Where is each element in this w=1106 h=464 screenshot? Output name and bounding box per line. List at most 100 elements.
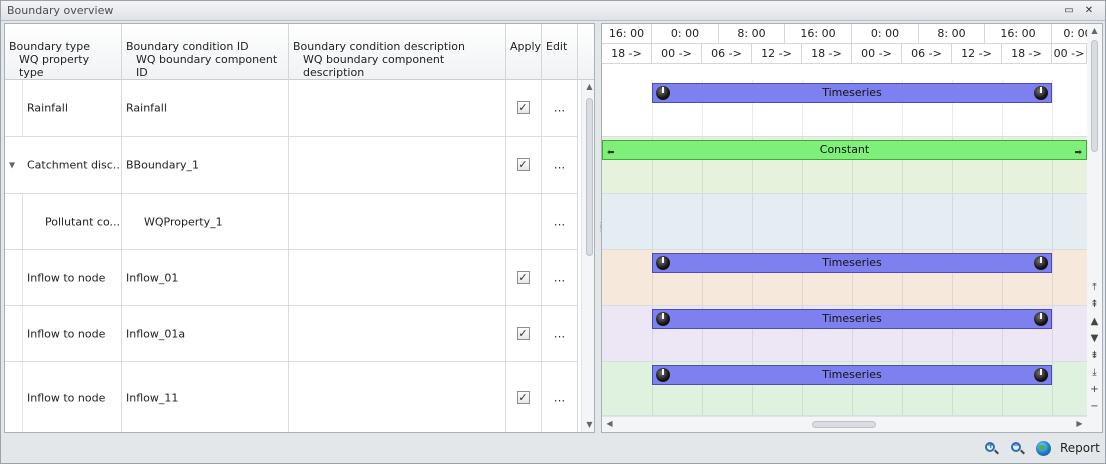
title-bar: Boundary overview ▭ ✕	[1, 1, 1105, 21]
end-handle-icon[interactable]	[1034, 368, 1048, 382]
edit-button[interactable]: ...	[542, 390, 577, 404]
report-button[interactable]: Report	[1060, 441, 1100, 455]
column-header-edit[interactable]: Edit	[542, 24, 578, 80]
scroll-left-arrow-icon[interactable]: ◀	[602, 419, 617, 428]
scrollbar-thumb[interactable]	[1091, 40, 1098, 152]
edit-button[interactable]: ...	[542, 214, 577, 228]
header-line2: WQ boundary component description	[303, 53, 445, 79]
column-header-boundary-type[interactable]: Boundary type WQ property type	[5, 24, 122, 80]
boundary-type-cell[interactable]: Inflow to node	[5, 362, 122, 432]
timeline-row: Timeseries	[602, 306, 1087, 362]
expand-arrow-icon[interactable]: ▼	[9, 161, 15, 170]
apply-checkbox[interactable]: ✓	[516, 326, 530, 340]
end-handle-icon[interactable]	[1034, 86, 1048, 100]
scroll-up-icon[interactable]: ▲	[1087, 316, 1102, 328]
start-handle-icon[interactable]	[656, 312, 670, 326]
condition-id-cell[interactable]: Inflow_01a	[122, 306, 289, 361]
table-row[interactable]: Inflow to node Inflow_11 ✓...	[5, 362, 578, 432]
boundary-type-text: Inflow to node	[27, 327, 106, 340]
scroll-down-arrow-icon[interactable]: ▼	[582, 420, 594, 429]
time-tick-label: 16: 00	[985, 24, 1052, 44]
boundary-type-cell[interactable]: Inflow to node	[5, 306, 122, 361]
condition-id-cell[interactable]: Inflow_11	[122, 362, 289, 432]
edit-button[interactable]: ...	[542, 270, 577, 284]
start-handle-icon[interactable]	[656, 86, 670, 100]
scroll-up-arrow-icon[interactable]: ▲	[582, 82, 594, 91]
tree-indent	[5, 362, 23, 432]
timeseries-bar[interactable]: Timeseries	[652, 253, 1052, 273]
column-header-condition-id[interactable]: Boundary condition ID WQ boundary compon…	[122, 24, 289, 80]
condition-id-cell[interactable]: Inflow_01	[122, 250, 289, 305]
hour-tick-label: 18 ->	[602, 44, 652, 64]
timeline-horizontal-scrollbar[interactable]: ◀ ▶	[602, 416, 1087, 432]
boundary-type-cell[interactable]: ▼ Catchment disc...	[5, 137, 122, 193]
timeseries-bar[interactable]: Timeseries	[652, 83, 1052, 103]
column-header-apply[interactable]: Apply	[506, 24, 542, 80]
condition-id-cell[interactable]: Rainfall	[122, 80, 289, 136]
boundary-type-cell[interactable]: Pollutant co...	[5, 194, 122, 249]
grid-line	[1052, 194, 1053, 249]
add-row-icon[interactable]: +	[1087, 384, 1102, 396]
scroll-down-icon[interactable]: ▼	[1087, 333, 1102, 345]
bar-label: Timeseries	[822, 312, 882, 325]
page-down-icon[interactable]: ⇟	[1087, 350, 1102, 362]
extend-right-arrow-icon[interactable]: ➡	[1074, 144, 1082, 162]
restore-icon[interactable]: ▭	[1063, 5, 1075, 17]
time-tick-label: 8: 00	[719, 24, 785, 44]
scroll-up-arrow-icon[interactable]: ▲	[1087, 26, 1102, 35]
edit-button[interactable]: ...	[542, 157, 577, 171]
apply-checkbox[interactable]: ✓	[516, 158, 530, 171]
table-row[interactable]: Inflow to node Inflow_01a ✓...	[5, 306, 578, 362]
edit-button[interactable]: ...	[542, 326, 577, 340]
constant-bar[interactable]: Constant ⬅ ➡	[602, 140, 1087, 160]
scrollbar-thumb[interactable]	[586, 98, 593, 256]
column-header-description[interactable]: Boundary condition description WQ bounda…	[289, 24, 506, 80]
bar-label: Timeseries	[822, 256, 882, 269]
close-icon[interactable]: ✕	[1083, 5, 1095, 17]
description-cell[interactable]	[289, 362, 506, 432]
condition-id-text: Rainfall	[126, 101, 167, 115]
apply-checkbox[interactable]: ✓	[516, 101, 530, 114]
hour-tick-label: 00 ->	[652, 44, 702, 64]
description-cell[interactable]	[289, 194, 506, 249]
boundary-type-cell[interactable]: Rainfall	[5, 80, 122, 136]
condition-id-cell[interactable]: BBoundary_1	[122, 137, 289, 193]
zoom-in-icon[interactable]: +	[985, 441, 999, 456]
table-row[interactable]: Inflow to node Inflow_01 ✓...	[5, 250, 578, 306]
hour-tick-label: 12 ->	[752, 44, 802, 64]
scroll-first-icon[interactable]: ⤒	[1087, 282, 1102, 294]
description-cell[interactable]	[289, 306, 506, 361]
page-up-icon[interactable]: ⇞	[1087, 299, 1102, 311]
condition-id-cell[interactable]: WQProperty_1	[122, 194, 289, 249]
scroll-right-arrow-icon[interactable]: ▶	[1072, 419, 1087, 428]
remove-row-icon[interactable]: −	[1087, 401, 1102, 413]
timeline-vertical-scrollbar[interactable]: ▲ ⤒ ⇞ ▲ ▼ ⇟ ⤓ + −	[1087, 24, 1102, 432]
end-handle-icon[interactable]	[1034, 312, 1048, 326]
boundary-type-cell[interactable]: Inflow to node	[5, 250, 122, 305]
hour-tick-label: 06 ->	[702, 44, 752, 64]
table-row[interactable]: Pollutant co... WQProperty_1...	[5, 194, 578, 250]
description-cell[interactable]	[289, 137, 506, 193]
apply-checkbox[interactable]: ✓	[516, 390, 530, 404]
table-row[interactable]: ▼ Catchment disc... BBoundary_1 ✓...	[5, 137, 578, 194]
grid-vertical-scrollbar[interactable]: ▲ ▼	[581, 80, 594, 432]
time-tick-label: 16: 00	[785, 24, 852, 44]
table-row[interactable]: Rainfall Rainfall ✓...	[5, 80, 578, 137]
start-handle-icon[interactable]	[656, 256, 670, 270]
description-cell[interactable]	[289, 80, 506, 136]
apply-checkbox[interactable]: ✓	[516, 270, 530, 284]
extend-left-arrow-icon[interactable]: ⬅	[607, 144, 615, 162]
globe-icon[interactable]	[1036, 441, 1051, 456]
tree-indent	[5, 306, 23, 361]
apply-cell	[506, 194, 542, 249]
end-handle-icon[interactable]	[1034, 256, 1048, 270]
scroll-last-icon[interactable]: ⤓	[1087, 367, 1102, 379]
scrollbar-thumb[interactable]	[812, 421, 876, 428]
edit-button[interactable]: ...	[542, 100, 577, 114]
start-handle-icon[interactable]	[656, 368, 670, 382]
timeseries-bar[interactable]: Timeseries	[652, 309, 1052, 329]
description-cell[interactable]	[289, 250, 506, 305]
hour-tick-label: 06 ->	[902, 44, 952, 64]
zoom-out-icon[interactable]: −	[1011, 441, 1025, 456]
timeseries-bar[interactable]: Timeseries	[652, 365, 1052, 385]
